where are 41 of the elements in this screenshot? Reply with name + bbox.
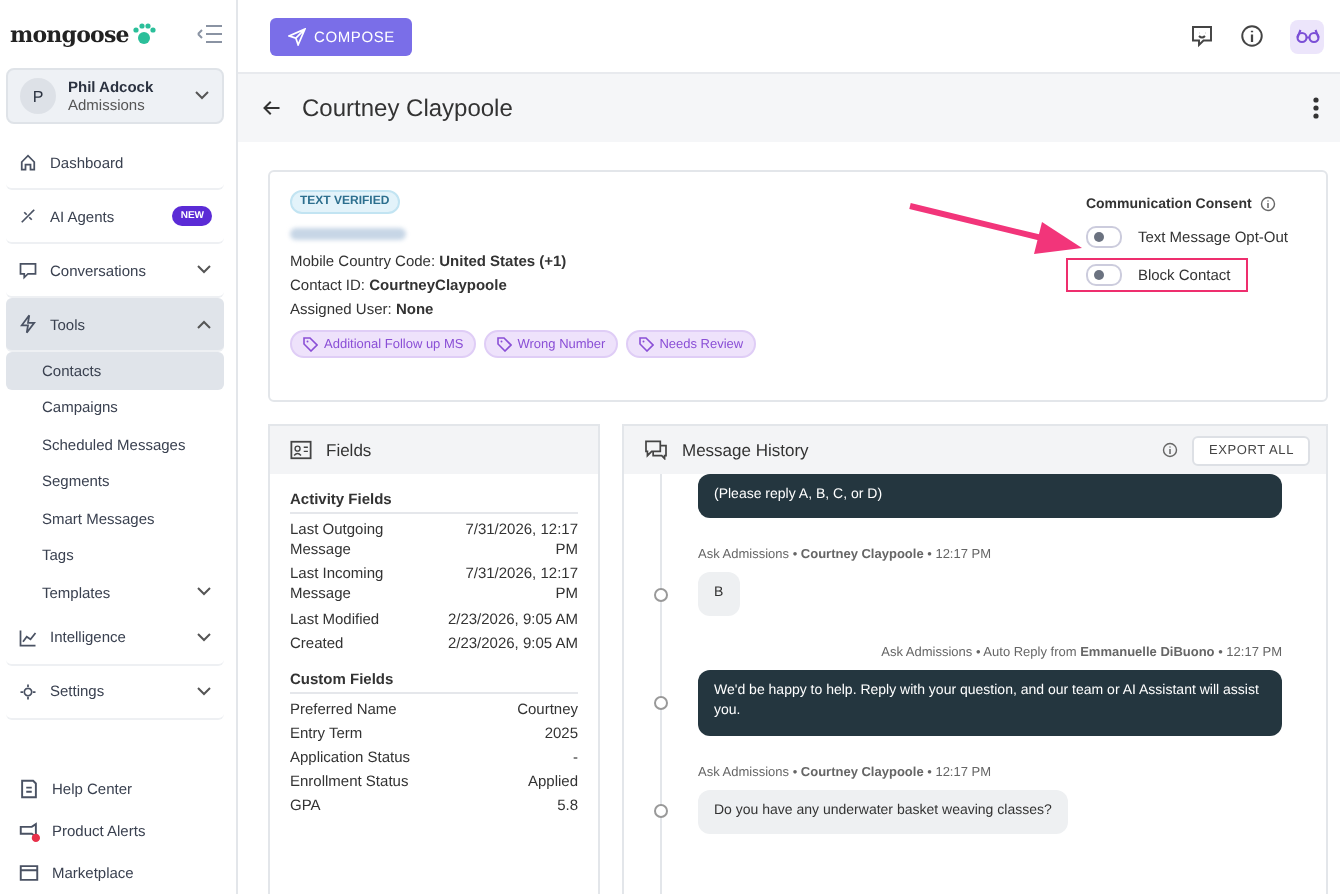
toggle-switch[interactable] [1085,226,1122,248]
chevron-down-icon [196,631,212,643]
logo: mongoose [10,21,129,47]
timeline-dot [654,695,668,710]
timeline-dot [654,587,668,602]
timeline-dot [654,804,668,819]
info-icon[interactable] [1240,24,1264,48]
nav-icon [18,820,40,842]
tag-icon [495,336,512,352]
more-options-icon[interactable] [1312,96,1320,120]
nav-icon [18,260,38,280]
blurred-phone-number [290,228,406,240]
nav-icon [18,152,38,172]
panel-title: Message History [682,440,809,460]
contact-card-icon [290,440,312,460]
chevron-down-icon [196,685,212,697]
back-arrow-icon[interactable] [262,98,282,118]
contact-name-title: Courtney Claypoole [302,94,513,122]
panel-title: Fields [326,440,372,460]
info-icon [1259,196,1276,212]
tag-icon [302,336,318,352]
nav-icon [18,778,40,800]
chevron-down-icon [196,264,212,276]
toggle-switch[interactable] [1085,264,1122,286]
nav-icon [18,206,38,226]
glasses-icon[interactable] [1290,19,1324,53]
paw-icon [132,22,157,46]
chat-icon[interactable] [1190,24,1214,48]
info-icon[interactable] [1162,442,1179,458]
chevron-down-icon [196,586,212,599]
avatar: P [20,78,56,114]
collapse-menu-icon[interactable] [196,24,224,44]
nav-icon [18,681,38,701]
nav-icon [18,627,38,647]
chevron-up-icon [196,318,212,330]
chevron-down-icon[interactable] [194,90,210,102]
nav-icon [18,314,38,334]
tag-icon [637,336,654,352]
send-icon [288,27,306,45]
nav-icon [18,862,40,884]
chat-bubbles-icon [644,440,668,460]
